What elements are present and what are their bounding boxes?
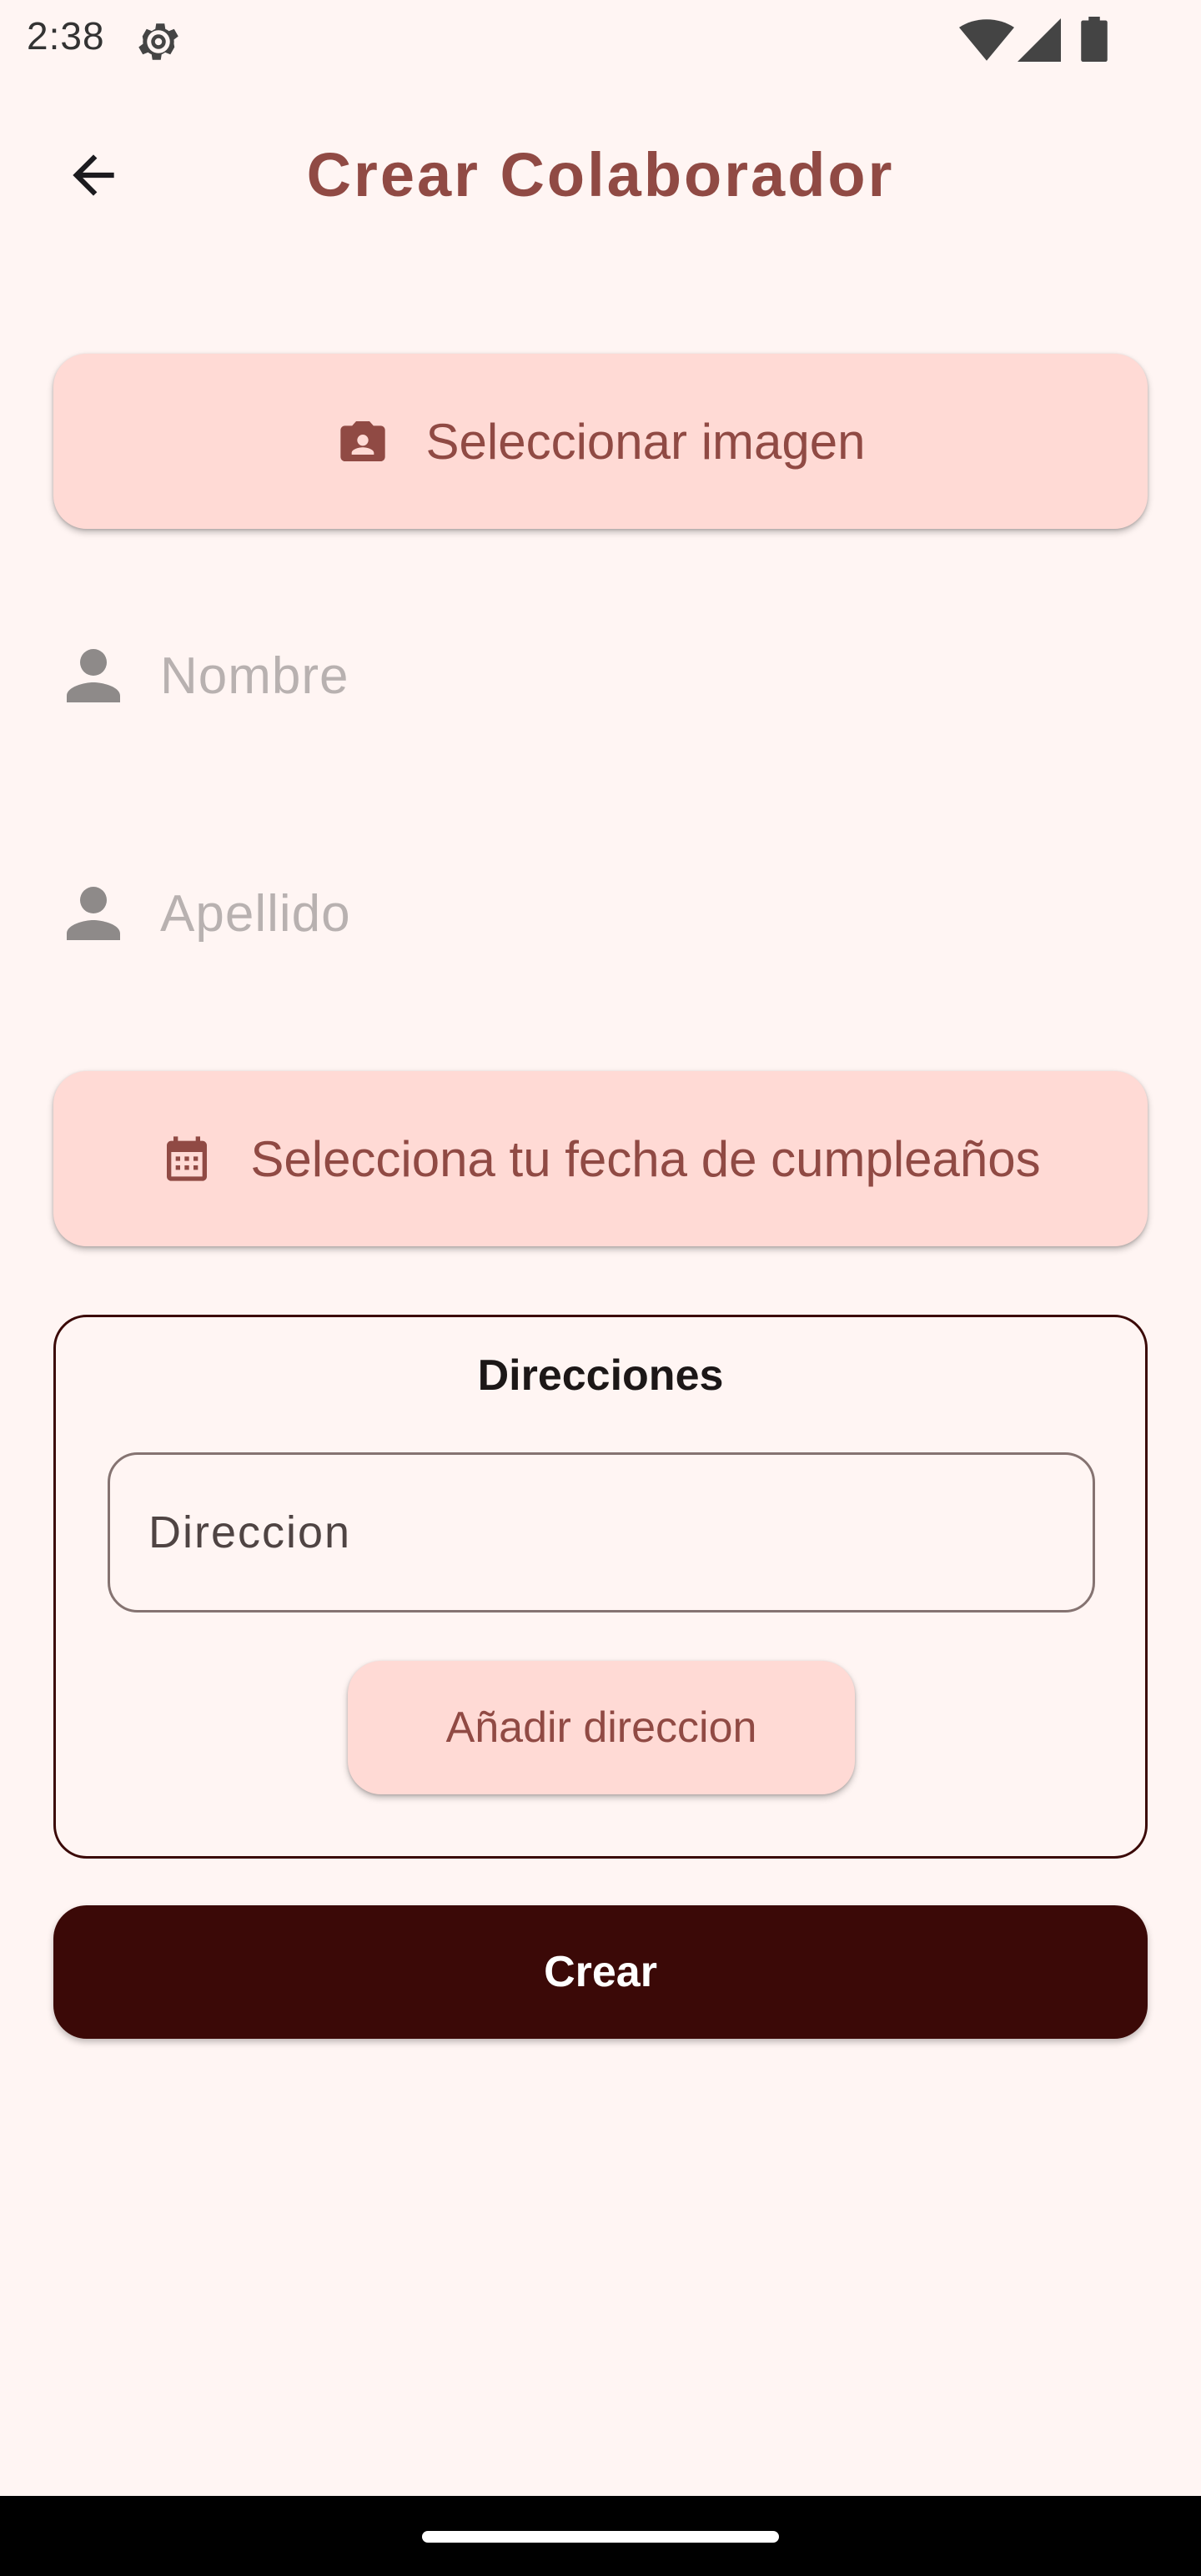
status-time: 2:38: [27, 14, 105, 58]
app-screen: 2:38 Crear Colaborador Seleccionar image…: [0, 0, 1201, 2576]
page-title: Crear Colaborador: [306, 140, 895, 209]
birthday-label: Selecciona tu fecha de cumpleaños: [250, 1130, 1041, 1187]
add-address-button[interactable]: Añadir direccion: [348, 1661, 855, 1794]
home-indicator[interactable]: [422, 2531, 779, 2543]
battery-icon: [1081, 17, 1108, 62]
status-bar: 2:38: [0, 0, 1201, 83]
person-icon: [67, 887, 120, 940]
apellido-field: [53, 859, 1148, 968]
birthday-button[interactable]: Selecciona tu fecha de cumpleaños: [53, 1071, 1148, 1246]
person-icon: [67, 649, 120, 702]
address-input[interactable]: [108, 1452, 1095, 1613]
create-button[interactable]: Crear: [53, 1905, 1148, 2039]
addresses-title: Direcciones: [477, 1351, 724, 1400]
calendar-icon: [167, 1136, 208, 1181]
camera-box-icon: [339, 421, 385, 461]
apellido-input[interactable]: [160, 883, 1078, 943]
signal-icon: [1018, 18, 1061, 62]
wifi-icon: [959, 19, 1014, 61]
select-image-label: Seleccionar imagen: [425, 413, 866, 470]
gear-icon: [138, 23, 178, 60]
navigation-bar: [0, 2496, 1201, 2576]
nombre-field: [53, 621, 1148, 730]
addresses-card: Direcciones Añadir direccion: [53, 1315, 1148, 1859]
nombre-input[interactable]: [160, 646, 1078, 706]
select-image-button[interactable]: Seleccionar imagen: [53, 354, 1148, 529]
